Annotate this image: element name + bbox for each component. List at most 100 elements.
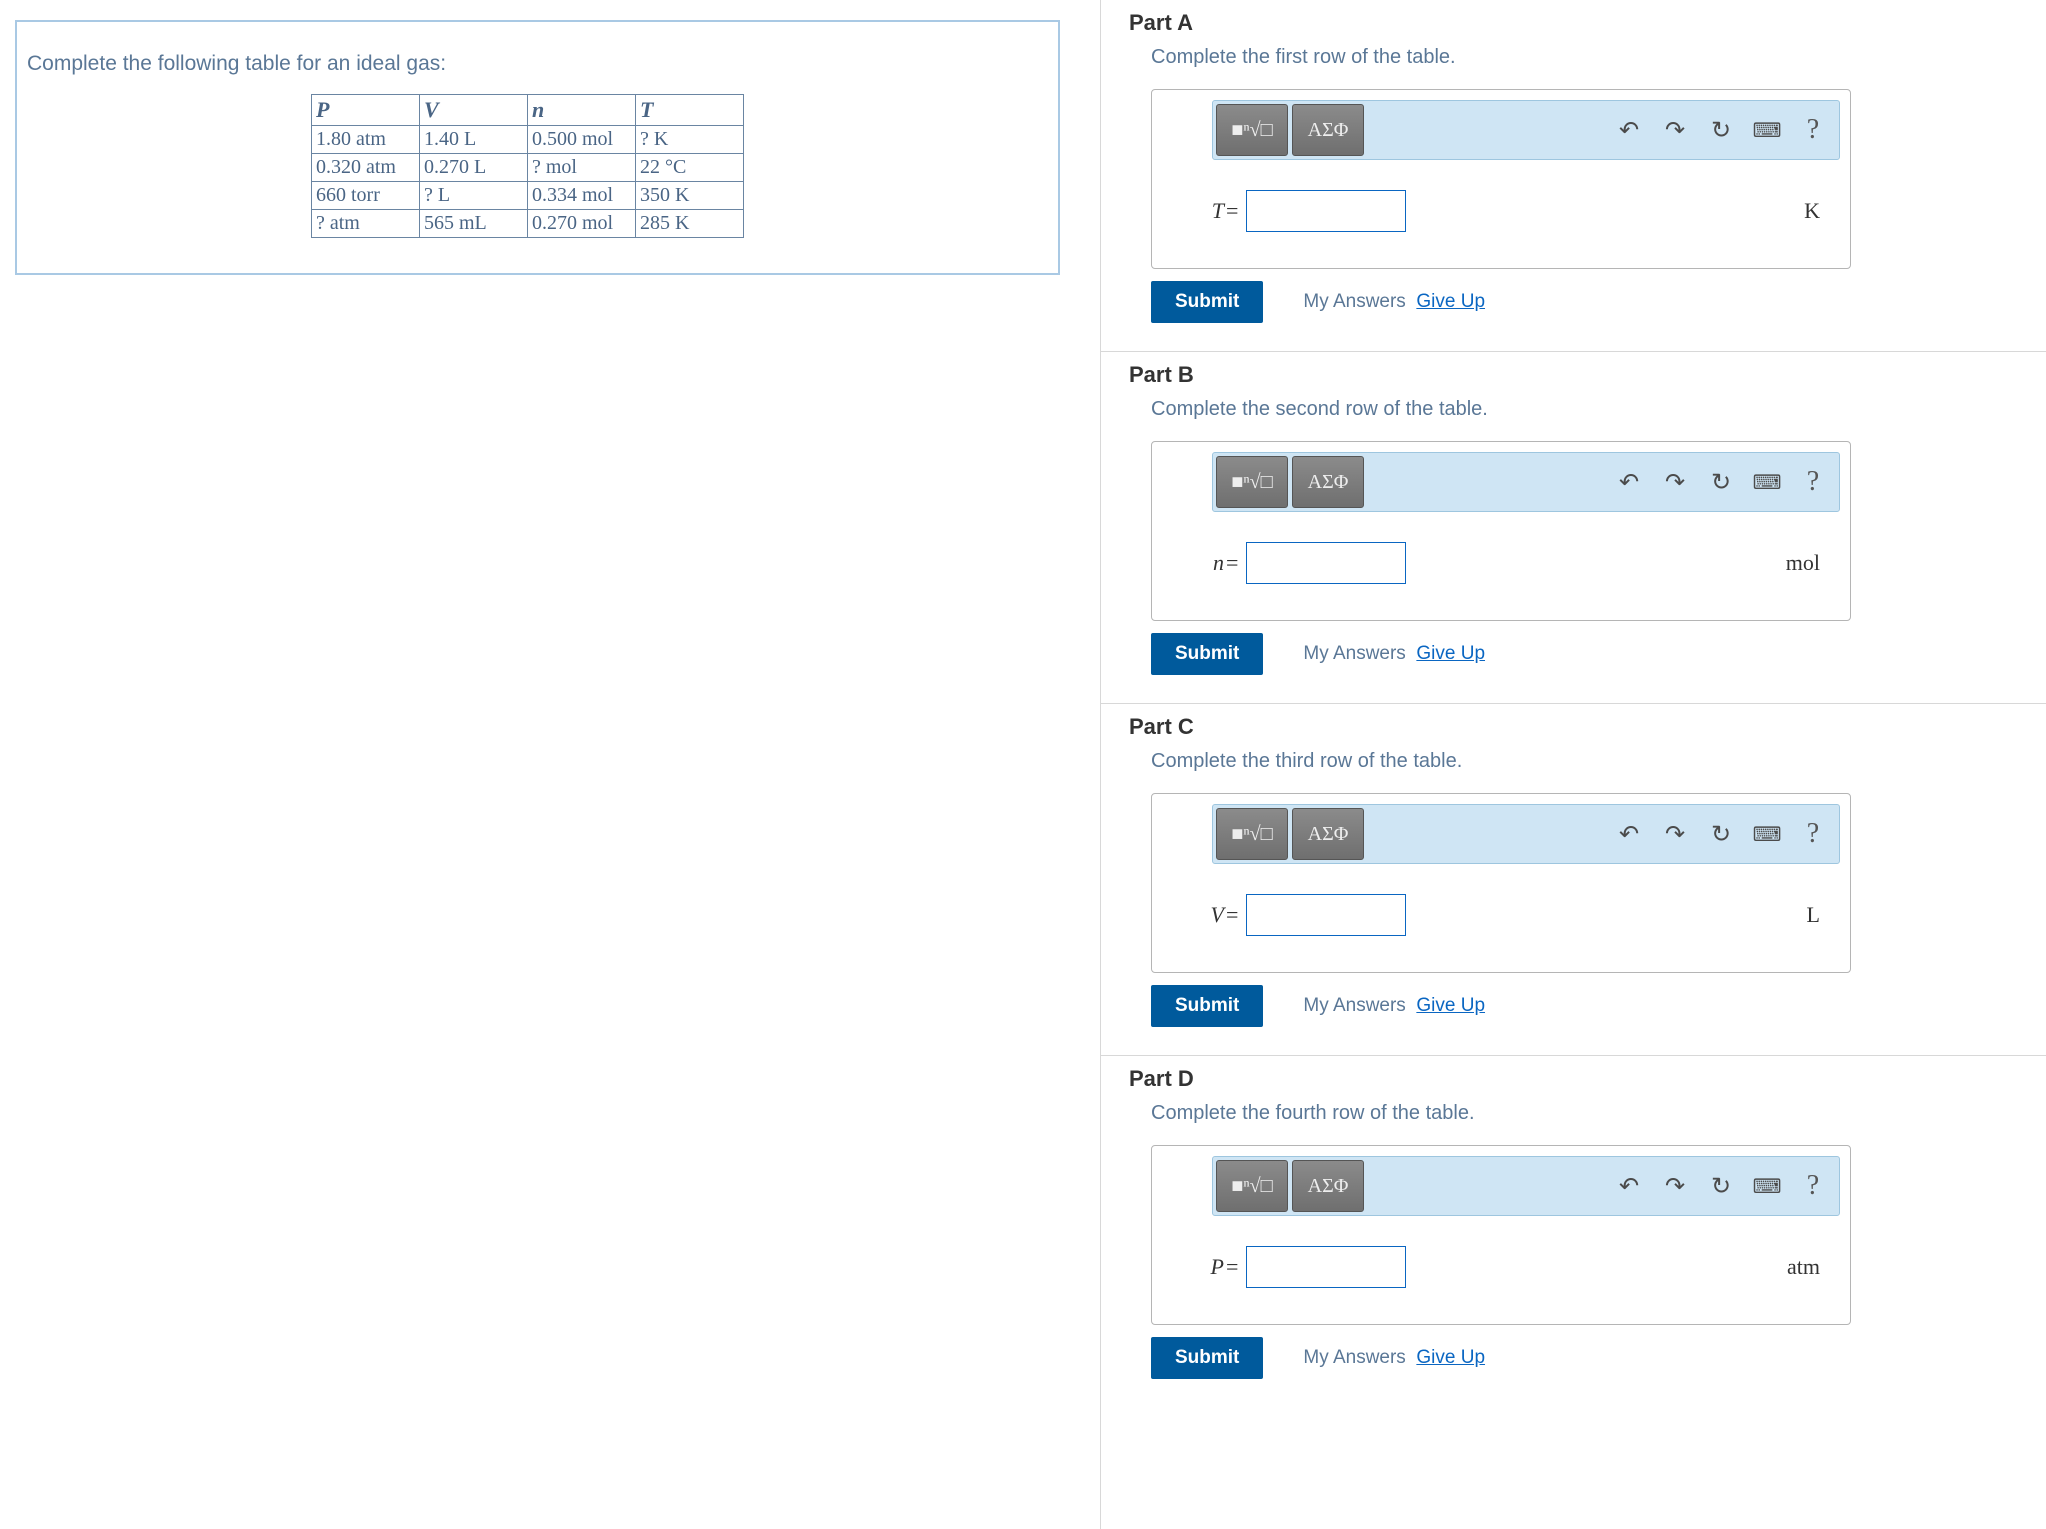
toolbar-group: ■ⁿ√□ ΑΣΦ — [1216, 1160, 1364, 1212]
question-part: Part C Complete the third row of the tab… — [1101, 703, 2046, 1055]
cell: ? K — [640, 128, 668, 150]
keyboard-icon: ⌨ — [1753, 470, 1782, 495]
templates-button[interactable]: ■ⁿ√□ — [1216, 808, 1288, 860]
answer-input[interactable] — [1246, 894, 1406, 936]
part-instruction: Complete the third row of the table. — [1151, 750, 2016, 773]
equals-sign: = — [1226, 1254, 1238, 1280]
redo-icon: ↷ — [1665, 1172, 1685, 1201]
greek-symbols-button[interactable]: ΑΣΦ — [1292, 808, 1364, 860]
variable-label: P — [1184, 1254, 1224, 1280]
submit-button[interactable]: Submit — [1151, 1337, 1263, 1379]
help-button[interactable]: ? — [1790, 811, 1836, 857]
equation-toolbar: ■ⁿ√□ ΑΣΦ ↶ ↷ ↻ ⌨ — [1212, 452, 1840, 512]
give-up-link[interactable]: Give Up — [1416, 291, 1485, 312]
redo-icon: ↷ — [1665, 820, 1685, 849]
my-answers-label: My Answers — [1303, 291, 1405, 312]
keyboard-button[interactable]: ⌨ — [1744, 1163, 1790, 1209]
redo-button[interactable]: ↷ — [1652, 459, 1698, 505]
give-up-link[interactable]: Give Up — [1416, 1347, 1485, 1368]
col-n: n — [528, 95, 636, 126]
action-row: Submit My Answers Give Up — [1151, 985, 2016, 1027]
submit-button[interactable]: Submit — [1151, 281, 1263, 323]
equation-toolbar: ■ⁿ√□ ΑΣΦ ↶ ↷ ↻ ⌨ — [1212, 100, 1840, 160]
templates-icon: ■ⁿ√□ — [1231, 119, 1272, 142]
ideal-gas-table: P V n T 1.80 atm 1.40 L 0.500 mol ? K 0.… — [311, 94, 744, 238]
table-header-row: P V n T — [312, 95, 744, 126]
redo-button[interactable]: ↷ — [1652, 1163, 1698, 1209]
answer-pane: Part A Complete the first row of the tab… — [1100, 0, 2046, 1529]
help-button[interactable]: ? — [1790, 459, 1836, 505]
cell: 0.334 mol — [532, 184, 613, 206]
keyboard-icon: ⌨ — [1753, 822, 1782, 847]
templates-icon: ■ⁿ√□ — [1231, 471, 1272, 494]
cell: 1.40 L — [424, 128, 476, 150]
submit-button[interactable]: Submit — [1151, 633, 1263, 675]
cell: 1.80 atm — [316, 128, 386, 150]
toolbar-group: ■ⁿ√□ ΑΣΦ — [1216, 104, 1364, 156]
greek-symbols-button[interactable]: ΑΣΦ — [1292, 1160, 1364, 1212]
undo-icon: ↶ — [1619, 468, 1639, 497]
reset-button[interactable]: ↻ — [1698, 107, 1744, 153]
greek-symbols-button[interactable]: ΑΣΦ — [1292, 456, 1364, 508]
answer-input[interactable] — [1246, 1246, 1406, 1288]
answer-links: My Answers Give Up — [1303, 995, 1485, 1017]
help-button[interactable]: ? — [1790, 107, 1836, 153]
greek-icon: ΑΣΦ — [1308, 823, 1349, 846]
templates-button[interactable]: ■ⁿ√□ — [1216, 1160, 1288, 1212]
keyboard-button[interactable]: ⌨ — [1744, 459, 1790, 505]
variable-label: n — [1184, 550, 1224, 576]
col-P: P — [312, 95, 420, 126]
unit-label: K — [1804, 198, 1820, 224]
part-instruction: Complete the fourth row of the table. — [1151, 1102, 2016, 1125]
greek-icon: ΑΣΦ — [1308, 119, 1349, 142]
cell: 0.320 atm — [316, 156, 396, 178]
reset-icon: ↻ — [1711, 820, 1731, 849]
keyboard-button[interactable]: ⌨ — [1744, 811, 1790, 857]
answer-row: V = L — [1184, 894, 1850, 936]
redo-button[interactable]: ↷ — [1652, 811, 1698, 857]
part-title: Part D — [1129, 1066, 2016, 1092]
question-part: Part D Complete the fourth row of the ta… — [1101, 1055, 2046, 1407]
greek-symbols-button[interactable]: ΑΣΦ — [1292, 104, 1364, 156]
keyboard-button[interactable]: ⌨ — [1744, 107, 1790, 153]
give-up-link[interactable]: Give Up — [1416, 995, 1485, 1016]
reset-button[interactable]: ↻ — [1698, 811, 1744, 857]
reset-button[interactable]: ↻ — [1698, 459, 1744, 505]
cell: ? mol — [532, 156, 577, 178]
cell: 565 mL — [424, 212, 487, 234]
answer-links: My Answers Give Up — [1303, 643, 1485, 665]
give-up-link[interactable]: Give Up — [1416, 643, 1485, 664]
equals-sign: = — [1226, 902, 1238, 928]
templates-button[interactable]: ■ⁿ√□ — [1216, 104, 1288, 156]
undo-button[interactable]: ↶ — [1606, 811, 1652, 857]
reset-icon: ↻ — [1711, 468, 1731, 497]
answer-box: ■ⁿ√□ ΑΣΦ ↶ ↷ ↻ ⌨ — [1151, 441, 1851, 621]
cell: 0.270 L — [424, 156, 486, 178]
undo-button[interactable]: ↶ — [1606, 1163, 1652, 1209]
action-row: Submit My Answers Give Up — [1151, 633, 2016, 675]
cell: 660 torr — [316, 184, 380, 206]
answer-input[interactable] — [1246, 190, 1406, 232]
undo-button[interactable]: ↶ — [1606, 459, 1652, 505]
answer-links: My Answers Give Up — [1303, 291, 1485, 313]
help-button[interactable]: ? — [1790, 1163, 1836, 1209]
equation-toolbar: ■ⁿ√□ ΑΣΦ ↶ ↷ ↻ ⌨ — [1212, 1156, 1840, 1216]
table-row: ? atm 565 mL 0.270 mol 285 K — [312, 210, 744, 238]
undo-icon: ↶ — [1619, 116, 1639, 145]
part-title: Part A — [1129, 10, 2016, 36]
submit-button[interactable]: Submit — [1151, 985, 1263, 1027]
toolbar-group: ■ⁿ√□ ΑΣΦ — [1216, 456, 1364, 508]
templates-button[interactable]: ■ⁿ√□ — [1216, 456, 1288, 508]
table-row: 1.80 atm 1.40 L 0.500 mol ? K — [312, 126, 744, 154]
question-part: Part B Complete the second row of the ta… — [1101, 351, 2046, 703]
redo-button[interactable]: ↷ — [1652, 107, 1698, 153]
undo-icon: ↶ — [1619, 1172, 1639, 1201]
my-answers-label: My Answers — [1303, 643, 1405, 664]
help-icon: ? — [1807, 818, 1819, 850]
undo-button[interactable]: ↶ — [1606, 107, 1652, 153]
answer-input[interactable] — [1246, 542, 1406, 584]
cell: 285 K — [640, 212, 689, 234]
answer-box: ■ⁿ√□ ΑΣΦ ↶ ↷ ↻ ⌨ — [1151, 89, 1851, 269]
reset-button[interactable]: ↻ — [1698, 1163, 1744, 1209]
part-instruction: Complete the second row of the table. — [1151, 398, 2016, 421]
